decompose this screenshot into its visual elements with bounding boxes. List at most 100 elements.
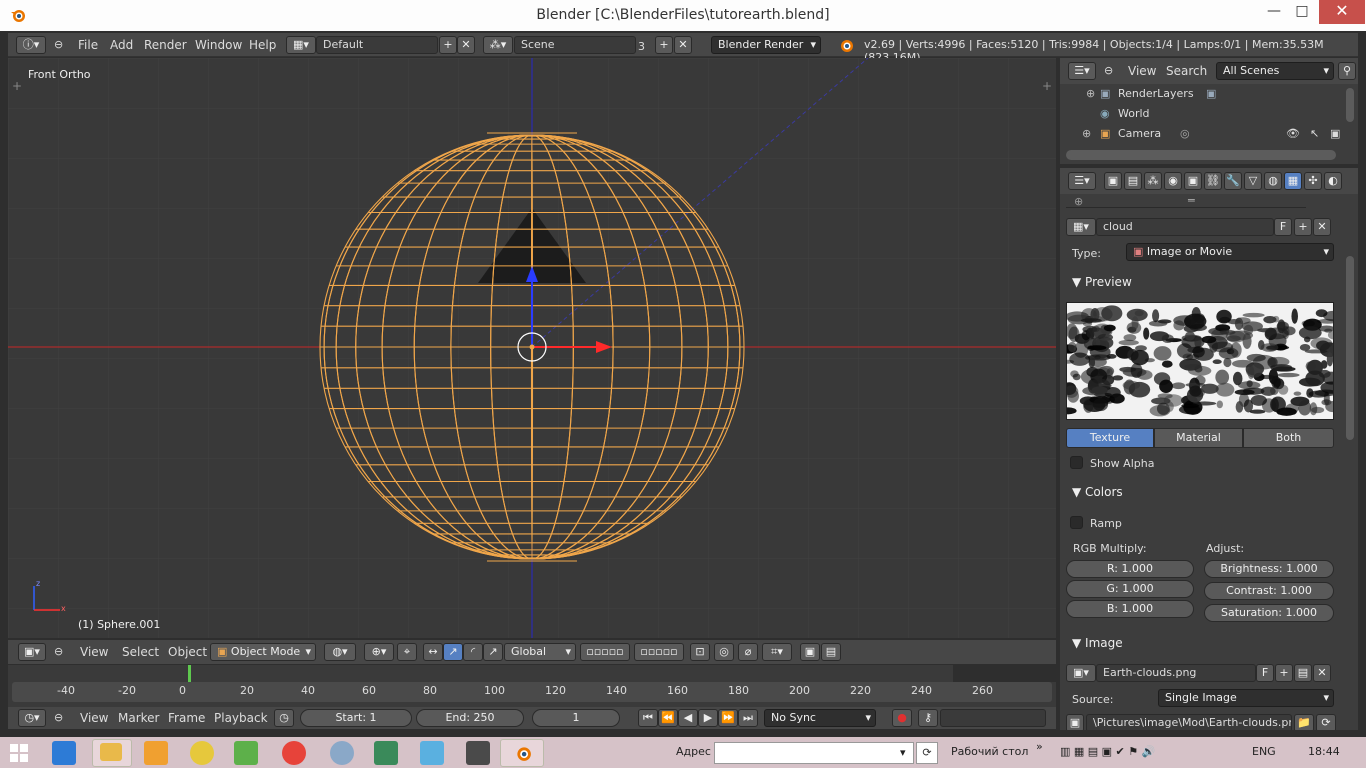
media-player-icon[interactable] [144, 741, 168, 765]
menu-window[interactable]: Window [195, 38, 242, 52]
preview-range-icon[interactable]: ◷ [274, 709, 294, 727]
add-texture-icon[interactable]: + [1294, 218, 1312, 236]
reload-image-icon[interactable]: ⟳ [1316, 714, 1336, 730]
tab-world-icon[interactable]: ◉ [1164, 172, 1182, 190]
red-multiply-field[interactable]: R: 1.000 [1066, 560, 1194, 578]
add-image-icon[interactable]: + [1275, 664, 1293, 682]
end-frame-field[interactable]: End: 250 [416, 709, 524, 727]
preview-tab-material[interactable]: Material [1154, 428, 1243, 448]
toolshelf-toggle-icon[interactable]: + [12, 79, 22, 93]
toolbar-expand-icon[interactable]: » [1036, 740, 1043, 753]
search-icon[interactable]: ⚲ [1338, 62, 1356, 80]
green-multiply-field[interactable]: G: 1.000 [1066, 580, 1194, 598]
record-icon[interactable]: ● [892, 709, 912, 727]
collapse-menu-icon[interactable]: ⊖ [54, 38, 63, 51]
scale-manipulator-icon[interactable]: ↗ [483, 643, 503, 661]
jump-keyframe-back-icon[interactable]: ⏪ [658, 709, 678, 727]
clock[interactable]: 18:44 [1308, 745, 1340, 758]
preview-panel-header[interactable]: ▼ Preview [1064, 271, 1336, 293]
display-mode-select[interactable]: All Scenes ▾ [1216, 62, 1334, 80]
lock-layers-icon[interactable]: ⊡ [690, 643, 710, 661]
tab-physics-icon[interactable]: ◐ [1324, 172, 1342, 190]
jump-start-icon[interactable]: ⏮ [638, 709, 658, 727]
resize-handle-icon[interactable]: ═ [1188, 194, 1195, 207]
tab-particles-icon[interactable]: ✣ [1304, 172, 1322, 190]
blue-multiply-field[interactable]: B: 1.000 [1066, 600, 1194, 618]
texture-type-select[interactable]: ▣ Image or Movie ▾ [1126, 243, 1334, 261]
image-panel-header[interactable]: ▼ Image [1064, 632, 1336, 654]
viewport-canvas[interactable]: z x + + [8, 58, 1056, 638]
editor-type-properties-icon[interactable]: ☰▾ [1068, 172, 1096, 190]
brightness-field[interactable]: Brightness: 1.000 [1204, 560, 1334, 578]
address-go-icon[interactable]: ⟳ [916, 742, 938, 764]
image-source-select[interactable]: Single Image ▾ [1158, 689, 1334, 707]
outliner-item-world[interactable]: ◉ World [1060, 104, 1358, 124]
image-filepath-field[interactable]: \Pictures\image\Mod\Earth-clouds.png [1086, 714, 1292, 730]
jump-keyframe-forward-icon[interactable]: ⏩ [718, 709, 738, 727]
play-reverse-icon[interactable]: ◀ [678, 709, 698, 727]
menu-view[interactable]: View [1128, 64, 1156, 78]
notepad-icon[interactable] [420, 741, 444, 765]
image-browse-icon[interactable]: ▣▾ [1066, 664, 1096, 682]
menu-search[interactable]: Search [1166, 64, 1207, 78]
add-layout-icon[interactable]: + [439, 36, 457, 54]
render-animation-icon[interactable]: ▤ [821, 643, 841, 661]
tab-data-icon[interactable]: ▽ [1244, 172, 1262, 190]
current-frame-marker[interactable] [188, 665, 191, 682]
layer-buttons-a[interactable]: ▫▫▫▫▫ [580, 643, 630, 661]
menu-file[interactable]: File [78, 38, 98, 52]
browse-folder-icon[interactable]: 📁 [1294, 714, 1314, 730]
tab-modifiers-icon[interactable]: 🔧 [1224, 172, 1242, 190]
chrome-browser-icon[interactable] [282, 741, 306, 765]
scene-field[interactable]: Scene [514, 36, 636, 54]
viewport-shading-select[interactable]: ◍▾ [324, 643, 356, 661]
current-frame-field[interactable]: 1 [532, 709, 620, 727]
maximize-button[interactable]: □ [1287, 0, 1317, 24]
address-dropdown-icon[interactable]: ▾ [900, 746, 906, 759]
texture-name-field[interactable]: cloud [1096, 218, 1274, 236]
snap-toggle-icon[interactable]: ⌀ [738, 643, 758, 661]
expand-icon[interactable]: ⊕ [1082, 124, 1091, 144]
remove-texture-icon[interactable]: ✕ [1313, 218, 1331, 236]
tab-scene-icon[interactable]: ⁂ [1144, 172, 1162, 190]
minimize-button[interactable]: — [1259, 0, 1289, 24]
menu-help[interactable]: Help [249, 38, 276, 52]
spreadsheet-app-icon[interactable] [374, 741, 398, 765]
green-app-icon[interactable] [234, 741, 258, 765]
windows-start-icon[interactable] [10, 744, 28, 762]
texture-slot-list[interactable] [1066, 194, 1306, 208]
tab-object-icon[interactable]: ▣ [1184, 172, 1202, 190]
menu-select[interactable]: Select [122, 645, 159, 659]
properties-scrollbar[interactable] [1346, 256, 1354, 440]
desktop-toolbar-label[interactable]: Рабочий стол [951, 745, 1028, 758]
collapse-menu-icon[interactable]: ⊖ [1104, 64, 1113, 77]
editor-type-timeline-icon[interactable]: ◷▾ [18, 709, 46, 727]
texture-browse-icon[interactable]: ▦▾ [1066, 218, 1096, 236]
menu-view[interactable]: View [80, 645, 108, 659]
preview-tab-both[interactable]: Both [1243, 428, 1334, 448]
menu-playback[interactable]: Playback [214, 711, 268, 725]
tab-constraints-icon[interactable]: ⛓ [1204, 172, 1222, 190]
screen-layout-field[interactable]: Default [316, 36, 438, 54]
saturation-field[interactable]: Saturation: 1.000 [1204, 604, 1334, 622]
scene-icon[interactable]: ⁂▾ [483, 36, 513, 54]
tab-texture-icon[interactable]: ▦ [1284, 172, 1302, 190]
expand-icon[interactable]: ⊕ [1086, 84, 1095, 104]
translate-manipulator-icon[interactable]: ↔ [423, 643, 443, 661]
visibility-eye-icon[interactable]: 👁 [1286, 124, 1300, 144]
layer-buttons-b[interactable]: ▫▫▫▫▫ [634, 643, 684, 661]
menu-add[interactable]: Add [110, 38, 133, 52]
properties-toggle-icon[interactable]: + [1042, 79, 1052, 93]
contrast-field[interactable]: Contrast: 1.000 [1204, 582, 1334, 600]
fake-user-button[interactable]: F [1274, 218, 1292, 236]
gimp-icon[interactable] [466, 741, 490, 765]
transform-orientation-select[interactable]: Global ▾ [504, 643, 576, 661]
image-file-icon[interactable]: ▣ [1066, 714, 1084, 730]
menu-render[interactable]: Render [144, 38, 187, 52]
menu-frame[interactable]: Frame [168, 711, 205, 725]
properties-panel[interactable]: ⊕ ═ ▦▾ cloud F + ✕ Type: ▣ Image or Movi… [1060, 194, 1358, 730]
outliner-item-camera[interactable]: ⊕ ▣ Camera ◎ 👁 ↖ ▣ [1060, 124, 1358, 144]
render-engine-select[interactable]: Blender Render ▾ [711, 36, 821, 54]
proportional-edit-icon[interactable]: ◎ [714, 643, 734, 661]
snap-element-select[interactable]: ⌗▾ [762, 643, 792, 661]
